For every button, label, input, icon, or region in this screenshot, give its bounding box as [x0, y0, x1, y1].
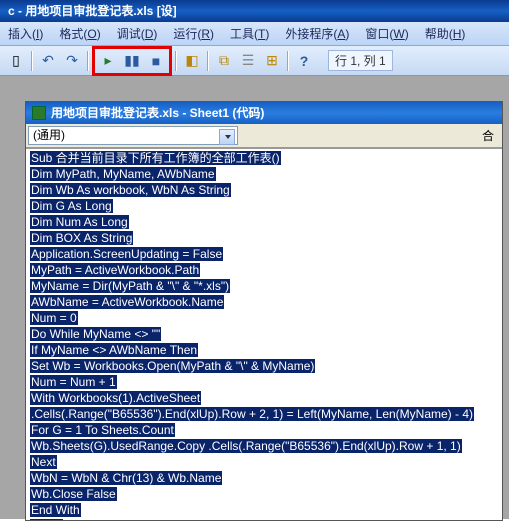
menu-窗口[interactable]: 窗口(W)	[357, 25, 416, 42]
code-line: MyName = Dir(MyPath & "\" & "*.xls")	[30, 279, 502, 295]
menu-工具[interactable]: 工具(T)	[222, 25, 277, 42]
toolbar-separator	[175, 51, 177, 71]
code-line: With Workbooks(1).ActiveSheet	[30, 391, 502, 407]
code-line: .Cells(.Range("B65536").End(xlUp).Row + …	[30, 407, 502, 423]
object-dropdown-value: (通用)	[33, 128, 65, 142]
toolbar-separator	[287, 51, 289, 71]
code-line: MyPath = ActiveWorkbook.Path	[30, 263, 502, 279]
module-icon	[32, 106, 46, 120]
object-browser-button[interactable]: ⊞	[261, 50, 283, 72]
toolbar-separator	[207, 51, 209, 71]
toolbar: ▯ ↶ ↷ ▸ ▮▮ ■ ◧ ⧉ ☰ ⊞ ? 行 1, 列 1	[0, 46, 509, 76]
project-explorer-button[interactable]: ⧉	[213, 50, 235, 72]
code-window: 用地项目审批登记表.xls - Sheet1 (代码) (通用) 合 Sub 合…	[25, 101, 503, 521]
design-mode-button[interactable]: ◧	[181, 50, 203, 72]
redo-button[interactable]: ↷	[61, 50, 83, 72]
menu-插入[interactable]: 插入(I)	[0, 25, 51, 42]
code-line: AWbName = ActiveWorkbook.Name	[30, 295, 502, 311]
toolbar-button[interactable]: ▯	[5, 50, 27, 72]
reset-button[interactable]: ■	[145, 50, 167, 72]
toolbar-separator	[31, 51, 33, 71]
run-button[interactable]: ▸	[97, 50, 119, 72]
menu-外接程序[interactable]: 外接程序(A)	[277, 25, 357, 42]
code-line: Set Wb = Workbooks.Open(MyPath & "\" & M…	[30, 359, 502, 375]
undo-button[interactable]: ↶	[37, 50, 59, 72]
code-line: Dim BOX As String	[30, 231, 502, 247]
object-dropdown[interactable]: (通用)	[28, 126, 238, 145]
code-line: Num = 0	[30, 311, 502, 327]
app-title: c - 用地项目审批登记表.xls [设]	[8, 4, 177, 18]
menu-帮助[interactable]: 帮助(H)	[417, 25, 474, 42]
cursor-position: 行 1, 列 1	[328, 50, 393, 71]
code-line: Wb.Close False	[30, 487, 502, 503]
code-window-title: 用地项目审批登记表.xls - Sheet1 (代码)	[51, 102, 264, 124]
code-line: Do While MyName <> ""	[30, 327, 502, 343]
code-line: For G = 1 To Sheets.Count	[30, 423, 502, 439]
code-editor[interactable]: Sub 合并当前目录下所有工作簿的全部工作表()Dim MyPath, MyNa…	[26, 148, 502, 520]
code-line: End With	[30, 503, 502, 519]
code-line: WbN = WbN & Chr(13) & Wb.Name	[30, 471, 502, 487]
break-button[interactable]: ▮▮	[121, 50, 143, 72]
app-title-bar: c - 用地项目审批登记表.xls [设]	[0, 0, 509, 22]
code-line: Dim G As Long	[30, 199, 502, 215]
code-line: End If	[30, 519, 502, 520]
code-nav-bar: (通用) 合	[26, 124, 502, 148]
mdi-workspace: 用地项目审批登记表.xls - Sheet1 (代码) (通用) 合 Sub 合…	[0, 76, 509, 519]
properties-button[interactable]: ☰	[237, 50, 259, 72]
code-window-title-bar[interactable]: 用地项目审批登记表.xls - Sheet1 (代码)	[26, 102, 502, 124]
toolbar-separator	[87, 51, 89, 71]
menu-运行[interactable]: 运行(R)	[165, 25, 222, 42]
code-line: Dim MyPath, MyName, AWbName	[30, 167, 502, 183]
code-line: Sub 合并当前目录下所有工作簿的全部工作表()	[30, 151, 502, 167]
menu-格式[interactable]: 格式(O)	[51, 25, 108, 42]
code-line: Next	[30, 455, 502, 471]
menu-bar: 插入(I)格式(O)调试(D)运行(R)工具(T)外接程序(A)窗口(W)帮助(…	[0, 22, 509, 46]
help-button[interactable]: ?	[293, 50, 315, 72]
code-line: Dim Num As Long	[30, 215, 502, 231]
procedure-dropdown-label: 合	[482, 127, 494, 144]
code-line: Dim Wb As workbook, WbN As String	[30, 183, 502, 199]
code-line: Num = Num + 1	[30, 375, 502, 391]
highlighted-run-group: ▸ ▮▮ ■	[92, 46, 172, 76]
code-line: Wb.Sheets(G).UsedRange.Copy .Cells(.Rang…	[30, 439, 502, 455]
menu-调试[interactable]: 调试(D)	[109, 25, 166, 42]
code-line: Application.ScreenUpdating = False	[30, 247, 502, 263]
code-line: If MyName <> AWbName Then	[30, 343, 502, 359]
